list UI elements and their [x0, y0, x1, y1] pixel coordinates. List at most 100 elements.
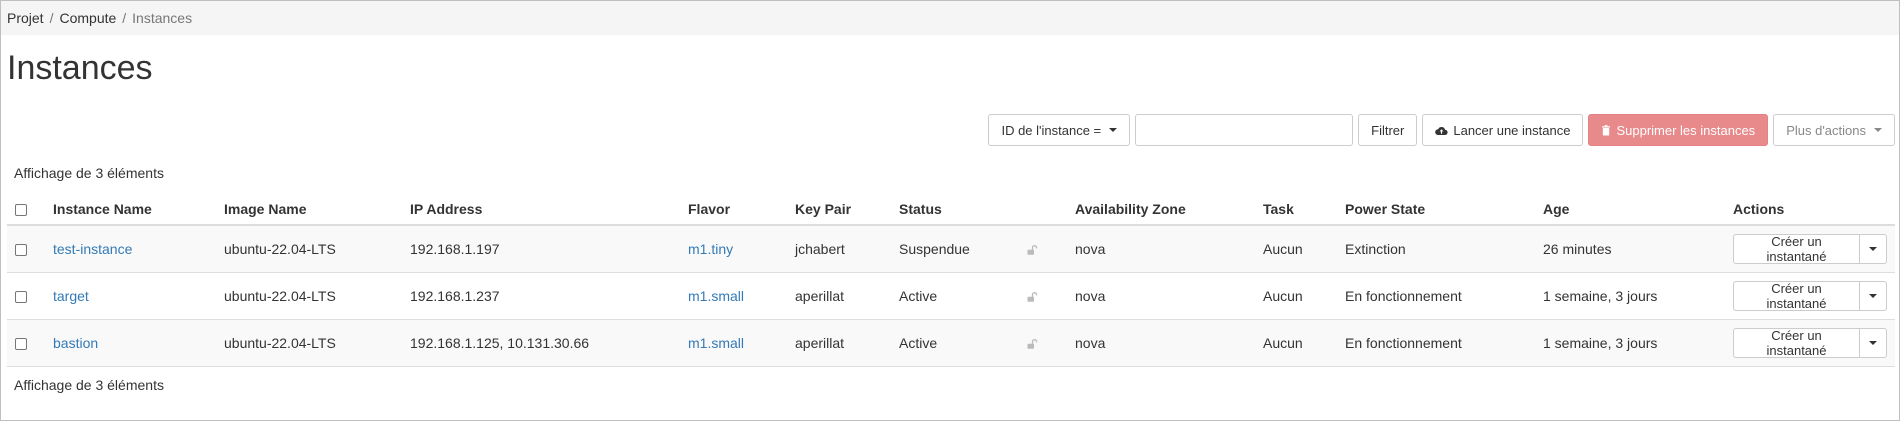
key-pair-cell: aperillat	[787, 319, 891, 367]
breadcrumb-item-compute[interactable]: Compute	[59, 10, 116, 26]
status-cell: Suspendue	[891, 225, 1019, 273]
column-header-power-state[interactable]: Power State	[1337, 193, 1535, 226]
lock-cell	[1019, 225, 1067, 273]
row-action-group: Créer un instantané	[1733, 281, 1887, 311]
row-select-cell	[7, 319, 45, 367]
item-count-top: Affichage de 3 éléments	[14, 165, 164, 181]
lock-cell	[1019, 319, 1067, 367]
actions-cell: Créer un instantané	[1725, 272, 1895, 320]
instance-name-cell: test-instance	[45, 225, 216, 273]
delete-instances-label: Supprimer les instances	[1616, 122, 1756, 138]
table-row: test-instance ubuntu-22.04-LTS 192.168.1…	[7, 225, 1895, 273]
ip-address-cell: 192.168.1.125, 10.131.30.66	[402, 319, 680, 367]
lock-cell	[1019, 272, 1067, 320]
item-count-bottom: Affichage de 3 éléments	[14, 377, 164, 393]
filter-input[interactable]	[1135, 114, 1354, 146]
task-cell: Aucun	[1255, 319, 1337, 367]
image-name-cell: ubuntu-22.04-LTS	[216, 225, 402, 273]
ip-address-cell: 192.168.1.197	[402, 225, 680, 273]
caret-down-icon	[1869, 341, 1877, 345]
column-header-actions: Actions	[1725, 193, 1895, 226]
age-cell: 26 minutes	[1535, 225, 1725, 273]
create-snapshot-button[interactable]: Créer un instantané	[1733, 328, 1860, 358]
filter-button-label: Filtrer	[1371, 122, 1405, 138]
instance-name-link[interactable]: target	[53, 288, 89, 304]
create-snapshot-button[interactable]: Créer un instantané	[1733, 281, 1860, 311]
column-header-lock	[1019, 193, 1067, 226]
column-header-image-name[interactable]: Image Name	[216, 193, 402, 226]
select-all-checkbox[interactable]	[15, 203, 27, 216]
flavor-link[interactable]: m1.tiny	[688, 241, 733, 257]
availability-zone-cell: nova	[1067, 272, 1255, 320]
column-header-instance-name[interactable]: Instance Name	[45, 193, 216, 226]
caret-down-icon	[1109, 128, 1118, 132]
more-actions-button[interactable]: Plus d'actions	[1773, 114, 1895, 146]
status-cell: Active	[891, 272, 1019, 320]
row-checkbox[interactable]	[15, 290, 27, 303]
column-header-key-pair[interactable]: Key Pair	[787, 193, 891, 226]
row-checkbox[interactable]	[15, 244, 27, 257]
launch-instance-label: Lancer une instance	[1453, 122, 1571, 138]
row-actions-dropdown-toggle[interactable]	[1860, 234, 1887, 265]
unlocked-icon	[1027, 338, 1038, 349]
table-header-row: Instance Name Image Name IP Address Flav…	[7, 193, 1895, 226]
row-actions-dropdown-toggle[interactable]	[1860, 328, 1887, 358]
column-header-age[interactable]: Age	[1535, 193, 1725, 226]
caret-down-icon	[1869, 247, 1877, 252]
filter-field-dropdown[interactable]: ID de l'instance =	[988, 114, 1131, 146]
table-toolbar: ID de l'instance = Filtrer Lancer une in…	[988, 114, 1895, 146]
instances-table: Instance Name Image Name IP Address Flav…	[7, 193, 1895, 367]
instance-name-link[interactable]: test-instance	[53, 241, 132, 257]
breadcrumb-item-instances: Instances	[132, 10, 193, 26]
key-pair-cell: jchabert	[787, 225, 891, 273]
row-select-cell	[7, 272, 45, 320]
column-header-status[interactable]: Status	[891, 193, 1019, 226]
breadcrumb-item-projet[interactable]: Projet	[7, 10, 44, 26]
availability-zone-cell: nova	[1067, 225, 1255, 273]
breadcrumb: Projet / Compute / Instances	[1, 1, 1899, 35]
flavor-link[interactable]: m1.small	[688, 288, 744, 304]
row-action-group: Créer un instantané	[1733, 328, 1887, 358]
caret-down-icon	[1869, 294, 1877, 298]
row-action-group: Créer un instantané	[1733, 234, 1887, 265]
flavor-link[interactable]: m1.small	[688, 335, 744, 351]
flavor-cell: m1.small	[680, 272, 787, 320]
create-snapshot-button[interactable]: Créer un instantané	[1733, 234, 1860, 265]
table-row: bastion ubuntu-22.04-LTS 192.168.1.125, …	[7, 319, 1895, 367]
column-header-ip-address[interactable]: IP Address	[402, 193, 680, 226]
power-state-cell: Extinction	[1337, 225, 1535, 273]
row-actions-dropdown-toggle[interactable]	[1860, 281, 1887, 311]
task-cell: Aucun	[1255, 272, 1337, 320]
column-header-flavor[interactable]: Flavor	[680, 193, 787, 226]
actions-cell: Créer un instantané	[1725, 225, 1895, 273]
column-header-availability-zone[interactable]: Availability Zone	[1067, 193, 1255, 226]
filter-button[interactable]: Filtrer	[1358, 114, 1418, 146]
key-pair-cell: aperillat	[787, 272, 891, 320]
instance-name-link[interactable]: bastion	[53, 335, 98, 351]
actions-cell: Créer un instantané	[1725, 319, 1895, 367]
flavor-cell: m1.tiny	[680, 225, 787, 273]
row-checkbox[interactable]	[15, 337, 27, 350]
cloud-upload-icon	[1435, 126, 1448, 135]
power-state-cell: En fonctionnement	[1337, 272, 1535, 320]
caret-down-icon	[1874, 128, 1882, 132]
flavor-cell: m1.small	[680, 319, 787, 367]
trash-icon	[1602, 124, 1611, 135]
select-all-cell	[7, 193, 45, 226]
ip-address-cell: 192.168.1.237	[402, 272, 680, 320]
breadcrumb-separator: /	[122, 10, 127, 26]
app-frame: Projet / Compute / Instances Instances I…	[0, 0, 1900, 421]
power-state-cell: En fonctionnement	[1337, 319, 1535, 367]
instance-name-cell: target	[45, 272, 216, 320]
row-select-cell	[7, 225, 45, 273]
image-name-cell: ubuntu-22.04-LTS	[216, 319, 402, 367]
column-header-task[interactable]: Task	[1255, 193, 1337, 226]
instance-name-cell: bastion	[45, 319, 216, 367]
status-cell: Active	[891, 319, 1019, 367]
availability-zone-cell: nova	[1067, 319, 1255, 367]
table-row: target ubuntu-22.04-LTS 192.168.1.237 m1…	[7, 272, 1895, 320]
delete-instances-button[interactable]: Supprimer les instances	[1588, 114, 1769, 146]
breadcrumb-separator: /	[49, 10, 54, 26]
more-actions-label: Plus d'actions	[1786, 122, 1866, 138]
launch-instance-button[interactable]: Lancer une instance	[1422, 114, 1584, 146]
